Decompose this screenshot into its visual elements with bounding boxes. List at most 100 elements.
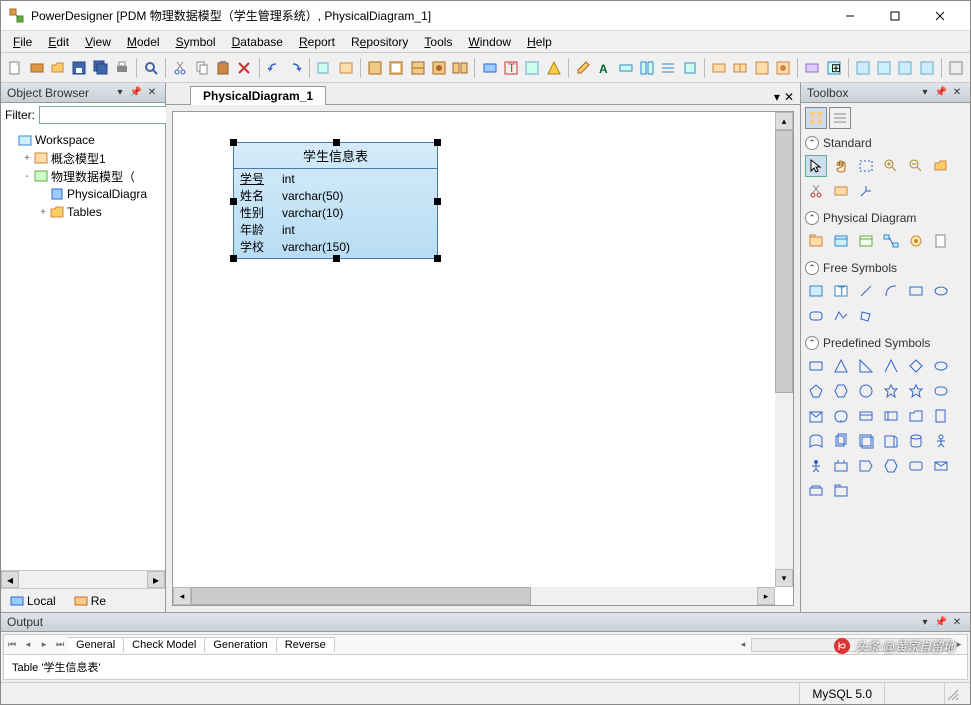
output-scroll-left[interactable]: ◂ [735,637,751,653]
tool-view[interactable] [855,230,877,252]
tb-redo[interactable] [285,57,305,79]
predef-shape-0[interactable] [805,355,827,377]
close-button[interactable] [917,2,962,30]
tb-text[interactable]: A [594,57,614,79]
tool-link[interactable] [855,180,877,202]
tab-menu-icon[interactable]: ▾ [774,90,780,104]
tool-procedure[interactable] [905,230,927,252]
predef-shape-3[interactable] [880,355,902,377]
tb-a4[interactable] [429,57,449,79]
tree-node[interactable]: Workspace [5,131,161,149]
table-entity[interactable]: 学生信息表 学号int姓名varchar(50)性别varchar(10)年龄i… [233,142,438,259]
tb-b3[interactable] [522,57,542,79]
tree-hscroll[interactable]: ◂ ▸ [1,570,165,588]
browser-tab-local[interactable]: Local [3,591,63,611]
panel-dropdown-icon[interactable]: ▾ [113,86,127,100]
tree-node[interactable]: PhysicalDiagra [5,185,161,203]
tool-props[interactable] [830,180,852,202]
tb-a2[interactable] [386,57,406,79]
predef-shape-17[interactable] [930,405,952,427]
tool-package[interactable] [805,230,827,252]
predef-shape-13[interactable] [830,405,852,427]
tb-e2[interactable]: ⊞ [823,57,843,79]
tb-a5[interactable] [450,57,470,79]
tb-delete[interactable] [234,57,254,79]
tb-open[interactable] [48,57,68,79]
output-tab-first[interactable]: ⏮ [4,637,20,653]
browser-tab-repository[interactable]: Re [67,591,113,611]
maximize-button[interactable] [872,2,917,30]
tool-grabber[interactable] [830,155,852,177]
predef-shape-15[interactable] [880,405,902,427]
tree-node[interactable]: -物理数据模型（ [5,167,161,185]
section-physical[interactable]: ⌃Physical Diagram [805,208,966,228]
predef-shape-20[interactable] [855,430,877,452]
predef-shape-19[interactable] [830,430,852,452]
predef-shape-21[interactable] [880,430,902,452]
predef-shape-30[interactable] [805,480,827,502]
tb-undo[interactable] [264,57,284,79]
output-pin-icon[interactable]: 📌 [934,615,948,629]
predef-shape-26[interactable] [855,455,877,477]
predef-shape-25[interactable] [830,455,852,477]
output-tab-prev[interactable]: ◂ [20,637,36,653]
menu-report[interactable]: Report [291,33,343,51]
tool-file[interactable] [930,230,952,252]
tree-node[interactable]: +Tables [5,203,161,221]
menu-file[interactable]: File [5,33,40,51]
predef-shape-24[interactable] [805,455,827,477]
predef-shape-18[interactable] [805,430,827,452]
output-close-icon[interactable]: ✕ [950,615,964,629]
output-tab-general[interactable]: General [68,637,124,652]
tb-b2[interactable]: T [501,57,521,79]
canvas-hscroll[interactable]: ◂▸ [173,587,775,605]
predef-shape-4[interactable] [905,355,927,377]
tb-e1[interactable] [802,57,822,79]
tb-save[interactable] [69,57,89,79]
tool-open[interactable] [930,155,952,177]
diagram-canvas[interactable]: 学生信息表 学号int姓名varchar(50)性别varchar(10)年龄i… [173,112,775,587]
section-standard[interactable]: ⌃Standard [805,133,966,153]
menu-model[interactable]: Model [119,33,168,51]
minimize-button[interactable] [827,2,872,30]
tb-d3[interactable] [751,57,771,79]
menu-window[interactable]: Window [460,33,519,51]
section-free[interactable]: ⌃Free Symbols [805,258,966,278]
tool-line[interactable] [855,280,877,302]
tab-close-icon[interactable]: ✕ [784,90,794,104]
tb-cut[interactable] [170,57,190,79]
tb-c3[interactable] [658,57,678,79]
tb-d1[interactable] [709,57,729,79]
output-tab-check[interactable]: Check Model [124,637,205,652]
menu-help[interactable]: Help [519,33,560,51]
predef-shape-9[interactable] [880,380,902,402]
tree-node[interactable]: +概念模型1 [5,149,161,167]
predef-shape-10[interactable] [905,380,927,402]
predef-shape-27[interactable] [880,455,902,477]
predef-shape-1[interactable] [830,355,852,377]
tb-copy[interactable] [192,57,212,79]
predef-shape-29[interactable] [930,455,952,477]
tb-f1[interactable] [853,57,873,79]
output-tab-reverse[interactable]: Reverse [277,637,335,652]
predef-shape-22[interactable] [905,430,927,452]
predef-shape-2[interactable] [855,355,877,377]
section-predef[interactable]: ⌃Predefined Symbols [805,333,966,353]
predef-shape-16[interactable] [905,405,927,427]
tb-saveall[interactable] [90,57,110,79]
tool-zoom-in[interactable] [880,155,902,177]
menu-database[interactable]: Database [224,33,291,51]
tb-f4[interactable] [917,57,937,79]
toolbox-close-icon[interactable]: ✕ [950,86,964,100]
output-tab-generation[interactable]: Generation [205,637,276,652]
tb-f2[interactable] [874,57,894,79]
tb-a3[interactable] [407,57,427,79]
tb-d4[interactable] [773,57,793,79]
predef-shape-31[interactable] [830,480,852,502]
panel-pin-icon[interactable]: 📌 [129,86,143,100]
tb-c4[interactable] [679,57,699,79]
tb-edit[interactable] [573,57,593,79]
predef-shape-8[interactable] [855,380,877,402]
scroll-right-icon[interactable]: ▸ [147,571,165,588]
tb-c2[interactable] [637,57,657,79]
